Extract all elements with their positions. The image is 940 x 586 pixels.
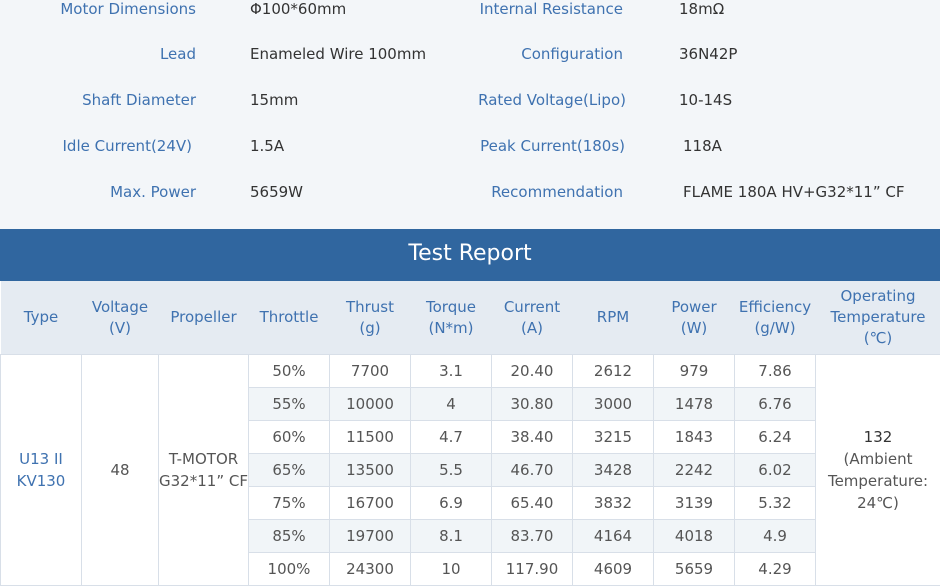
torque-cell: 4 bbox=[411, 388, 492, 421]
thrust-cell: 7700 bbox=[330, 355, 411, 388]
power-cell: 979 bbox=[654, 355, 735, 388]
current-cell: 46.70 bbox=[492, 454, 573, 487]
power-cell: 2242 bbox=[654, 454, 735, 487]
current-cell: 20.40 bbox=[492, 355, 573, 388]
throttle-cell: 50% bbox=[249, 355, 330, 388]
spec-value-peak-current: 118A bbox=[683, 137, 722, 155]
efficiency-cell: 6.24 bbox=[735, 421, 816, 454]
power-cell: 4018 bbox=[654, 520, 735, 553]
thrust-cell: 16700 bbox=[330, 487, 411, 520]
test-report-table: Type Voltage(V) Propeller Throttle Thrus… bbox=[0, 281, 940, 586]
throttle-cell: 65% bbox=[249, 454, 330, 487]
report-title: Test Report bbox=[0, 229, 940, 281]
current-cell: 83.70 bbox=[492, 520, 573, 553]
throttle-cell: 75% bbox=[249, 487, 330, 520]
torque-cell: 6.9 bbox=[411, 487, 492, 520]
rpm-cell: 4609 bbox=[573, 553, 654, 586]
current-cell: 65.40 bbox=[492, 487, 573, 520]
thrust-cell: 10000 bbox=[330, 388, 411, 421]
rpm-cell: 3428 bbox=[573, 454, 654, 487]
torque-cell: 3.1 bbox=[411, 355, 492, 388]
thrust-cell: 19700 bbox=[330, 520, 411, 553]
efficiency-cell: 4.9 bbox=[735, 520, 816, 553]
efficiency-cell: 6.02 bbox=[735, 454, 816, 487]
header-voltage: Voltage(V) bbox=[82, 281, 159, 355]
header-throttle: Throttle bbox=[249, 281, 330, 355]
spec-label-idle-current: Idle Current(24V) bbox=[63, 137, 193, 155]
specs-panel: Motor Dimensions Φ100*60mm Lead Enameled… bbox=[0, 0, 940, 229]
header-row: Type Voltage(V) Propeller Throttle Thrus… bbox=[1, 281, 940, 355]
spec-label-lead: Lead bbox=[160, 45, 196, 63]
spec-value-idle-current: 1.5A bbox=[250, 137, 284, 155]
spec-value-rated-voltage: 10-14S bbox=[679, 91, 732, 109]
spec-label-internal-resistance: Internal Resistance bbox=[480, 0, 623, 18]
spec-value-max-power: 5659W bbox=[250, 183, 303, 201]
throttle-cell: 55% bbox=[249, 388, 330, 421]
header-rpm: RPM bbox=[573, 281, 654, 355]
torque-cell: 8.1 bbox=[411, 520, 492, 553]
rpm-cell: 2612 bbox=[573, 355, 654, 388]
header-efficiency: Efficiency(g/W) bbox=[735, 281, 816, 355]
header-current: Current(A) bbox=[492, 281, 573, 355]
spec-value-shaft-diameter: 15mm bbox=[250, 91, 298, 109]
header-torque: Torque(N*m) bbox=[411, 281, 492, 355]
current-cell: 30.80 bbox=[492, 388, 573, 421]
efficiency-cell: 7.86 bbox=[735, 355, 816, 388]
power-cell: 1478 bbox=[654, 388, 735, 421]
torque-cell: 4.7 bbox=[411, 421, 492, 454]
spec-value-motor-dimensions: Φ100*60mm bbox=[250, 0, 346, 18]
spec-label-shaft-diameter: Shaft Diameter bbox=[82, 91, 196, 109]
spec-label-configuration: Configuration bbox=[521, 45, 623, 63]
throttle-cell: 100% bbox=[249, 553, 330, 586]
rpm-cell: 3215 bbox=[573, 421, 654, 454]
power-cell: 1843 bbox=[654, 421, 735, 454]
thrust-cell: 24300 bbox=[330, 553, 411, 586]
power-cell: 3139 bbox=[654, 487, 735, 520]
torque-cell: 10 bbox=[411, 553, 492, 586]
header-temperature: OperatingTemperature(℃) bbox=[816, 281, 940, 355]
spec-value-recommendation: FLAME 180A HV+G32*11” CF bbox=[683, 183, 904, 201]
spec-label-rated-voltage: Rated Voltage(Lipo) bbox=[478, 91, 626, 109]
spec-value-configuration: 36N42P bbox=[679, 45, 737, 63]
spec-label-motor-dimensions: Motor Dimensions bbox=[60, 0, 196, 18]
spec-value-internal-resistance: 18mΩ bbox=[679, 0, 724, 18]
rpm-cell: 4164 bbox=[573, 520, 654, 553]
spec-label-peak-current: Peak Current(180s) bbox=[480, 137, 625, 155]
header-propeller: Propeller bbox=[159, 281, 249, 355]
thrust-cell: 13500 bbox=[330, 454, 411, 487]
temperature-cell: 132(AmbientTemperature:24℃) bbox=[816, 355, 940, 586]
spec-value-lead: Enameled Wire 100mm bbox=[250, 45, 426, 63]
efficiency-cell: 6.76 bbox=[735, 388, 816, 421]
rpm-cell: 3000 bbox=[573, 388, 654, 421]
efficiency-cell: 5.32 bbox=[735, 487, 816, 520]
header-type: Type bbox=[1, 281, 82, 355]
rpm-cell: 3832 bbox=[573, 487, 654, 520]
efficiency-cell: 4.29 bbox=[735, 553, 816, 586]
voltage-cell: 48 bbox=[82, 355, 159, 586]
header-thrust: Thrust(g) bbox=[330, 281, 411, 355]
header-power: Power(W) bbox=[654, 281, 735, 355]
torque-cell: 5.5 bbox=[411, 454, 492, 487]
type-cell: U13 IIKV130 bbox=[1, 355, 82, 586]
test-report: Type Voltage(V) Propeller Throttle Thrus… bbox=[0, 281, 940, 586]
current-cell: 38.40 bbox=[492, 421, 573, 454]
table-row: U13 IIKV130 48 T-MOTORG32*11” CF 50% 770… bbox=[1, 355, 940, 388]
throttle-cell: 85% bbox=[249, 520, 330, 553]
thrust-cell: 11500 bbox=[330, 421, 411, 454]
propeller-cell: T-MOTORG32*11” CF bbox=[159, 355, 249, 586]
power-cell: 5659 bbox=[654, 553, 735, 586]
spec-label-recommendation: Recommendation bbox=[491, 183, 623, 201]
current-cell: 117.90 bbox=[492, 553, 573, 586]
spec-label-max-power: Max. Power bbox=[110, 183, 196, 201]
throttle-cell: 60% bbox=[249, 421, 330, 454]
